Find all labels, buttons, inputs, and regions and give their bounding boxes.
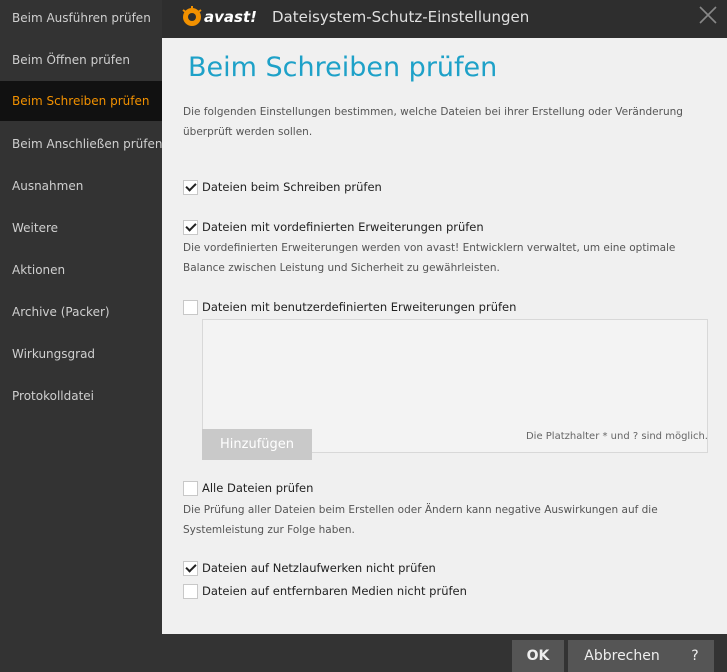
option-vordefinierte-erweiterungen[interactable]: Dateien mit vordefinierten Erweiterungen…: [183, 218, 484, 236]
option-benutzerdefinierte-erweiterungen[interactable]: Dateien mit benutzerdefinierten Erweiter…: [183, 298, 516, 316]
sidebar-item-beim-oeffnen[interactable]: Beim Öffnen prüfen: [0, 40, 162, 80]
page-title: Beim Schreiben prüfen: [188, 52, 498, 83]
title-bar: avast! Dateisystem-Schutz-Einstellungen: [162, 0, 727, 38]
option-label: Alle Dateien prüfen: [202, 481, 314, 495]
option-label: Dateien mit vordefinierten Erweiterungen…: [202, 220, 484, 234]
sidebar-item-weitere[interactable]: Weitere: [0, 208, 162, 248]
checkbox-checked[interactable]: [183, 560, 198, 576]
checkbox-unchecked[interactable]: [183, 299, 198, 315]
all-files-description: Die Prüfung aller Dateien beim Erstellen…: [183, 504, 658, 536]
option-netzlaufwerke[interactable]: Dateien auf Netzlaufwerken nicht prüfen: [183, 559, 436, 577]
brand-text: avast!: [204, 8, 257, 26]
window-title: Dateisystem-Schutz-Einstellungen: [272, 8, 530, 26]
ok-button[interactable]: OK: [512, 640, 564, 672]
sidebar: Beim Ausführen prüfen Beim Öffnen prüfen…: [0, 0, 163, 672]
sidebar-item-beim-schreiben[interactable]: Beim Schreiben prüfen: [0, 81, 162, 121]
cancel-button[interactable]: Abbrechen: [568, 640, 676, 672]
option-label: Dateien auf Netzlaufwerken nicht prüfen: [202, 561, 436, 575]
sidebar-item-wirkungsgrad[interactable]: Wirkungsgrad: [0, 334, 162, 374]
predefined-description: Die vordefinierten Erweiterungen werden …: [183, 242, 676, 274]
checkbox-unchecked[interactable]: [183, 583, 198, 599]
wildcard-hint: Die Platzhalter * und ? sind möglich.: [525, 431, 708, 442]
option-dateien-beim-schreiben[interactable]: Dateien beim Schreiben prüfen: [183, 178, 382, 196]
option-label: Dateien auf entfernbaren Medien nicht pr…: [202, 584, 467, 598]
option-entfernbare-medien[interactable]: Dateien auf entfernbaren Medien nicht pr…: [183, 582, 467, 600]
help-button[interactable]: ?: [676, 640, 714, 672]
option-alle-dateien[interactable]: Alle Dateien prüfen: [183, 479, 313, 497]
checkbox-unchecked[interactable]: [183, 480, 198, 496]
sidebar-item-beim-anschliessen[interactable]: Beim Anschließen prüfen: [0, 124, 163, 164]
option-label: Dateien mit benutzerdefinierten Erweiter…: [202, 300, 517, 314]
checkbox-checked[interactable]: [183, 179, 198, 195]
avast-logo: avast!: [182, 6, 257, 26]
intro-text: Die folgenden Einstellungen bestimmen, w…: [183, 106, 683, 138]
footer: OK Abbrechen ?: [162, 634, 727, 672]
sidebar-item-aktionen[interactable]: Aktionen: [0, 250, 162, 290]
close-icon[interactable]: [699, 6, 717, 24]
add-extension-button[interactable]: Hinzufügen: [202, 429, 312, 460]
checkbox-checked[interactable]: [183, 219, 198, 235]
settings-panel: Beim Schreiben prüfen Die folgenden Eins…: [162, 38, 727, 634]
sidebar-item-archive[interactable]: Archive (Packer): [0, 292, 162, 332]
option-label: Dateien beim Schreiben prüfen: [202, 180, 382, 194]
sidebar-item-ausnahmen[interactable]: Ausnahmen: [0, 166, 162, 206]
sidebar-item-beim-ausfuehren[interactable]: Beim Ausführen prüfen: [0, 0, 162, 38]
sidebar-item-protokolldatei[interactable]: Protokolldatei: [0, 376, 162, 416]
